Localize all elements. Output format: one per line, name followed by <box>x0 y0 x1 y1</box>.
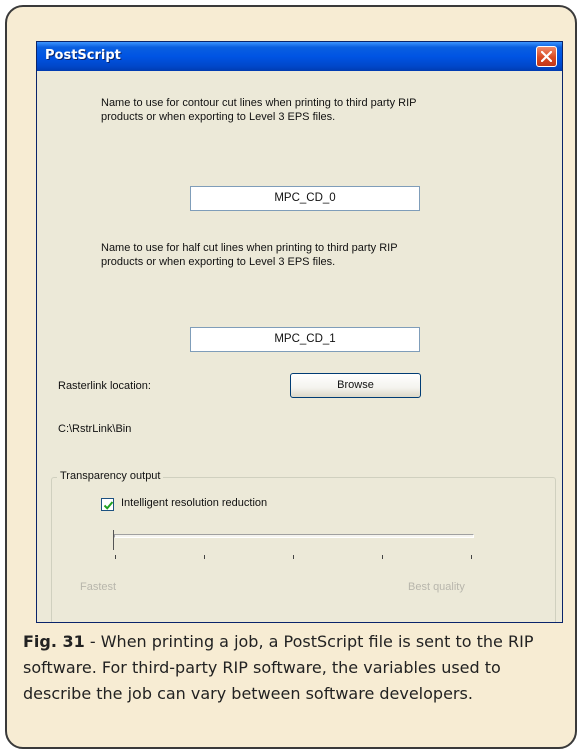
slider-tick <box>471 555 472 559</box>
slider-max-label: Best quality <box>408 581 465 593</box>
checkmark-icon <box>103 501 114 510</box>
quality-slider-thumb[interactable] <box>113 530 117 550</box>
figure-frame: PostScript Name to use for contour cut l… <box>5 5 577 749</box>
quality-slider-track[interactable] <box>114 534 474 538</box>
slider-tick <box>382 555 383 559</box>
figure-caption: Fig. 31 - When printing a job, a PostScr… <box>23 629 568 707</box>
slider-min-label: Fastest <box>80 581 117 593</box>
slider-tick <box>293 555 294 559</box>
slider-tick <box>115 555 116 559</box>
contour-cut-description: Name to use for contour cut lines when p… <box>101 97 417 123</box>
contour-cut-name-input[interactable]: MPC_CD_0 <box>190 186 420 211</box>
caption-text: - When printing a job, a PostScript file… <box>23 632 534 703</box>
half-cut-name-input[interactable]: MPC_CD_1 <box>190 327 420 352</box>
transparency-output-label: Transparency output <box>57 470 164 482</box>
half-cut-description: Name to use for half cut lines when prin… <box>101 242 398 268</box>
dialog-title: PostScript <box>45 48 121 63</box>
intelligent-resolution-checkbox[interactable] <box>101 498 114 511</box>
close-button[interactable] <box>536 46 557 67</box>
title-bar[interactable]: PostScript <box>37 42 562 71</box>
rasterlink-location-label: Rasterlink location: <box>58 380 151 392</box>
postscript-dialog: PostScript Name to use for contour cut l… <box>36 41 563 623</box>
figure-number: Fig. 31 <box>23 632 85 651</box>
intelligent-resolution-label: Intelligent resolution reduction <box>121 497 268 509</box>
browse-button[interactable]: Browse <box>290 373 421 398</box>
rasterlink-path: C:\RstrLink\Bin <box>58 423 132 435</box>
close-icon <box>541 51 552 62</box>
slider-tick <box>204 555 205 559</box>
